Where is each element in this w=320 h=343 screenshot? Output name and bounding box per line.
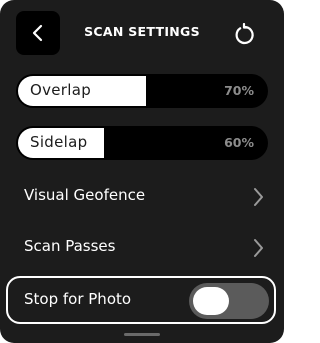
overlap-value: 70%	[224, 83, 254, 98]
sidelap-label: Sidelap	[30, 133, 88, 151]
reset-button[interactable]	[230, 21, 258, 49]
toggle-knob	[193, 287, 229, 315]
scan-passes-row[interactable]: Scan Passes	[0, 225, 284, 269]
scan-passes-label: Scan Passes	[24, 237, 116, 255]
back-button[interactable]	[16, 11, 60, 55]
sidelap-slider[interactable]: Sidelap 60%	[16, 126, 268, 160]
chevron-right-icon	[254, 239, 263, 257]
overlap-slider[interactable]: Overlap 70%	[16, 74, 268, 108]
chevron-right-icon	[254, 188, 263, 206]
overlap-label: Overlap	[30, 81, 92, 99]
stop-for-photo-label: Stop for Photo	[24, 290, 132, 308]
home-indicator	[124, 333, 160, 336]
chevron-left-icon	[32, 24, 43, 42]
scan-settings-panel: SCAN SETTINGS Overlap 70% Sidelap 60% Vi…	[0, 0, 284, 343]
visual-geofence-label: Visual Geofence	[24, 186, 146, 204]
stop-for-photo-toggle[interactable]	[189, 283, 269, 319]
reset-icon	[235, 23, 254, 45]
stop-for-photo-row[interactable]: Stop for Photo	[6, 276, 276, 324]
visual-geofence-row[interactable]: Visual Geofence	[0, 174, 284, 218]
sidelap-value: 60%	[224, 135, 254, 150]
header: SCAN SETTINGS	[0, 0, 284, 70]
page-title: SCAN SETTINGS	[84, 24, 200, 39]
